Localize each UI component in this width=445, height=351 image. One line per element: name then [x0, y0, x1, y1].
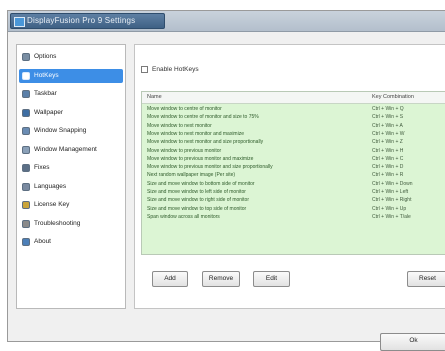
edit-button[interactable]: Edit	[253, 271, 290, 287]
key-combination-cell: Ctrl + Win + S	[372, 114, 404, 121]
sidebar-item-label: Languages	[34, 182, 67, 190]
key-combination-cell: Ctrl + Win + Q	[372, 106, 404, 112]
hotkey-name-cell: Move window to previous monitor	[147, 147, 222, 154]
hotkey-name-cell: Size and move window to left side of mon…	[147, 189, 246, 195]
window-snap-icon	[22, 127, 30, 135]
sidebar-item-window-management[interactable]: Window Management	[19, 143, 123, 157]
key-combination-cell: Ctrl + Win + D	[372, 164, 404, 171]
sidebar-item-taskbar[interactable]: Taskbar	[19, 87, 123, 101]
hotkey-name-cell: Size and move window to bottom side of m…	[147, 180, 255, 187]
key-combination-cell: Ctrl + Win + Down	[372, 180, 413, 187]
key-combination-cell: Ctrl + Win + Left	[372, 189, 409, 195]
settings-sidebar: Options HotKeys Taskbar Wallpaper Window Sna…	[16, 44, 126, 309]
enable-hotkeys-label: Enable HotKeys	[152, 66, 199, 73]
hotkeys-panel: Enable HotKeys Name Key Combination Move…	[134, 44, 445, 309]
table-row[interactable]: Move window to centre of monitor Ctrl + W…	[142, 105, 445, 113]
sidebar-item-options[interactable]: Options	[19, 50, 123, 64]
hotkeys-table: Name Key Combination Move window to cent…	[141, 91, 445, 255]
key-combination-cell: Ctrl + Win + C	[372, 155, 404, 162]
fixes-icon	[22, 164, 30, 172]
table-row[interactable]: Move window to previous monitor and size…	[142, 163, 445, 171]
sidebar-item-label: Options	[34, 53, 57, 60]
sidebar-item-languages[interactable]: Languages	[19, 180, 123, 194]
sidebar-item-label: Wallpaper	[34, 108, 64, 116]
table-row[interactable]: Move window to previous monitor Ctrl + Wi…	[142, 147, 445, 155]
sidebar-item-window-snapping[interactable]: Window Snapping	[19, 124, 123, 138]
table-row[interactable]: Size and move window to left side of mon…	[142, 188, 445, 196]
sidebar-item-license-key[interactable]: License Key	[19, 198, 123, 212]
table-row[interactable]: Next random wallpaper image (Per site) Ct…	[142, 171, 445, 179]
hotkey-name-cell: Move window to centre of monitor	[147, 106, 222, 112]
key-combination-cell: Ctrl + Win + T/ale	[372, 213, 411, 220]
key-combination-cell: Ctrl + Win + W	[372, 130, 405, 137]
remove-button[interactable]: Remove	[202, 271, 240, 287]
hotkey-name-cell: Size and move window to right side of mo…	[147, 197, 249, 204]
add-button[interactable]: Add	[152, 271, 188, 287]
hotkey-name-cell: Move window to previous monitor and size…	[147, 164, 273, 171]
sidebar-item-label: Taskbar	[34, 90, 57, 97]
hotkey-name-cell: Span window across all monitors	[147, 213, 220, 220]
key-combination-cell: Ctrl + Win + H	[372, 147, 404, 154]
sidebar-item-wallpaper[interactable]: Wallpaper	[19, 106, 123, 120]
key-combination-cell: Ctrl + Win + A	[372, 122, 403, 129]
sidebar-item-fixes[interactable]: Fixes	[19, 161, 123, 175]
gear-icon	[22, 53, 30, 61]
sidebar-item-label: About	[34, 238, 51, 245]
column-header-name[interactable]: Name	[147, 92, 162, 103]
table-row[interactable]: Size and move window to top side of moni…	[142, 205, 445, 213]
title-bar[interactable]: DisplayFusion Pro 9 Settings	[8, 11, 445, 32]
sidebar-item-label: Window Snapping	[34, 127, 87, 134]
title-tab: DisplayFusion Pro 9 Settings	[10, 13, 165, 29]
table-row[interactable]: Move window to next monitor and maximize…	[142, 130, 445, 138]
sidebar-item-label: Window Management	[34, 145, 97, 153]
dialog-body: Options HotKeys Taskbar Wallpaper Window Sna…	[8, 32, 445, 351]
table-row[interactable]: Size and move window to bottom side of m…	[142, 180, 445, 188]
settings-window: DisplayFusion Pro 9 Settings Options HotK…	[7, 10, 445, 351]
key-combination-cell: Ctrl + Win + R	[372, 172, 404, 179]
column-header-key-combination[interactable]: Key Combination	[372, 92, 414, 103]
sidebar-item-label: License Key	[34, 201, 70, 208]
key-combination-cell: Ctrl + Win + Right	[372, 197, 412, 204]
sidebar-item-about[interactable]: About	[19, 235, 123, 249]
sidebar-item-hotkeys[interactable]: HotKeys	[19, 68, 123, 83]
enable-hotkeys-checkbox[interactable]	[141, 66, 148, 73]
hotkey-name-cell: Size and move window to top side of moni…	[147, 205, 247, 212]
app-icon	[14, 17, 25, 27]
reset-button[interactable]: Reset	[407, 271, 445, 287]
hotkey-name-cell: Move window to previous monitor and maxi…	[147, 155, 254, 162]
key-combination-cell: Ctrl + Win + Up	[372, 205, 407, 212]
table-row[interactable]: Move window to centre of monitor and siz…	[142, 113, 445, 121]
hotkey-name-cell: Move window to next monitor and size pro…	[147, 139, 264, 146]
keyboard-icon	[22, 71, 30, 80]
hotkey-name-cell: Move window to centre of monitor and siz…	[147, 114, 259, 121]
hotkey-name-cell: Next random wallpaper image (Per site)	[147, 172, 236, 179]
ok-button[interactable]: Ok	[380, 333, 445, 351]
sidebar-item-label: HotKeys	[34, 71, 59, 79]
key-combination-cell: Ctrl + Win + Z	[372, 139, 403, 146]
table-row[interactable]: Move window to previous monitor and maxi…	[142, 155, 445, 163]
table-row[interactable]: Span window across all monitors Ctrl + Wi…	[142, 213, 445, 221]
window-management-icon	[22, 145, 30, 154]
taskbar-icon	[22, 90, 30, 98]
license-key-icon	[22, 201, 30, 209]
hotkey-name-cell: Move window to next monitor	[147, 122, 212, 129]
troubleshooting-icon	[22, 219, 30, 228]
hotkey-name-cell: Move window to next monitor and maximize	[147, 130, 244, 137]
table-row[interactable]: Move window to next monitor Ctrl + Win + …	[142, 122, 445, 130]
sidebar-item-troubleshooting[interactable]: Troubleshooting	[19, 217, 123, 231]
table-header: Name Key Combination	[142, 92, 445, 104]
about-icon	[22, 238, 30, 246]
table-row[interactable]: Size and move window to right side of mo…	[142, 196, 445, 204]
window-title: DisplayFusion Pro 9 Settings	[27, 16, 136, 25]
wallpaper-icon	[22, 108, 30, 117]
sidebar-item-label: Troubleshooting	[34, 219, 81, 227]
languages-icon	[22, 182, 30, 191]
table-row[interactable]: Move window to next monitor and size pro…	[142, 138, 445, 146]
sidebar-item-label: Fixes	[34, 164, 50, 171]
